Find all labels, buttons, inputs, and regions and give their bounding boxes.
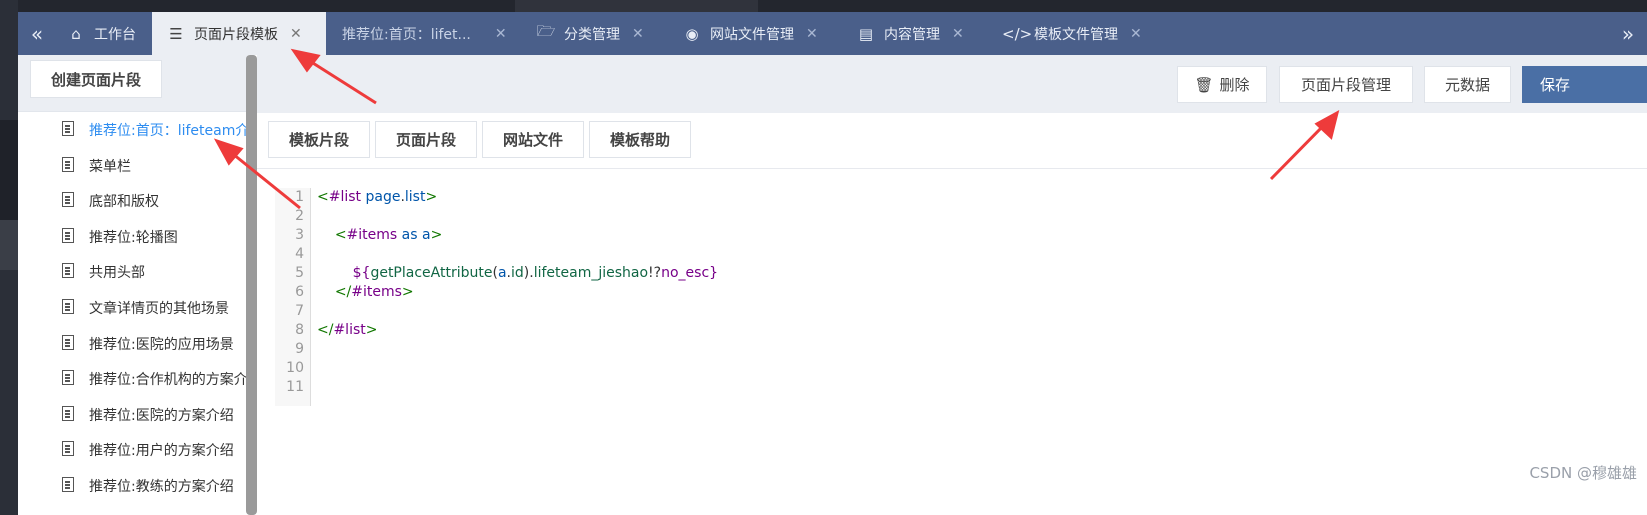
tab-template-help[interactable]: 模板帮助 — [589, 121, 691, 158]
tab-bar: « ⌂ 工作台 ☰ 页面片段模板 ✕ 推荐位:首页：lifet... ✕ 🗁 分… — [18, 12, 1647, 55]
tab-site-files[interactable]: 网站文件 — [482, 121, 584, 158]
document-icon — [62, 441, 74, 456]
globe-icon: ◉ — [685, 24, 699, 43]
list-item[interactable]: 菜单栏 — [18, 147, 248, 183]
document-icon — [62, 406, 74, 421]
document-icon — [62, 477, 74, 492]
list-item[interactable]: 文章详情页的其他场景 — [18, 289, 248, 325]
close-icon[interactable]: ✕ — [1130, 26, 1142, 42]
code-line: ${getPlaceAttribute(a.id).lifeteam_jiesh… — [352, 265, 719, 281]
list-item[interactable]: 推荐位:医院的应用场景 — [18, 325, 248, 361]
document-icon — [62, 121, 74, 136]
desktop-edge — [0, 0, 18, 515]
tab-content-manage[interactable]: ▤ 内容管理 ✕ — [856, 12, 964, 55]
fragment-sidebar: 创建页面片段 推荐位:首页：lifeteam介 菜单栏 底部和版权 推荐位:轮播… — [18, 55, 248, 515]
code-lines: <#list page.list> <#items as a> ${getPla… — [317, 188, 718, 397]
fragment-manage-button[interactable]: 页面片段管理 — [1279, 66, 1413, 103]
list-item[interactable]: 推荐位:用户的方案介绍 — [18, 431, 248, 467]
code-line: </#list> — [317, 322, 378, 338]
tab-template-fragment[interactable]: 模板片段 — [268, 121, 370, 158]
close-icon[interactable]: ✕ — [632, 26, 644, 42]
tab-site-file-manage[interactable]: ◉ 网站文件管理 ✕ — [682, 12, 818, 55]
tab-recommend-home[interactable]: 推荐位:首页：lifet... ✕ — [342, 12, 507, 55]
code-line: <#list page.list> — [317, 189, 438, 205]
document-icon — [62, 370, 74, 385]
sidebar-scrollbar[interactable] — [246, 55, 257, 515]
code-icon: </> — [1002, 24, 1033, 43]
document-icon — [62, 192, 74, 207]
metadata-button[interactable]: 元数据 — [1424, 66, 1511, 103]
double-chevron-right-icon[interactable]: » — [1609, 12, 1647, 55]
window-top-bar — [0, 0, 1647, 12]
document-icon — [62, 263, 74, 278]
close-icon[interactable]: ✕ — [952, 26, 964, 42]
create-fragment-button[interactable]: 创建页面片段 — [30, 60, 162, 98]
tab-page-fragment-template[interactable]: ☰ 页面片段模板 ✕ — [152, 12, 326, 55]
list-item[interactable]: 推荐位:医院的方案介绍 — [18, 396, 248, 432]
tab-workbench[interactable]: ⌂ 工作台 — [66, 12, 136, 55]
code-editor[interactable]: 1 2 3 4 5 6 7 8 9 10 11 <#list page.list… — [275, 188, 1647, 408]
action-toolbar: 🗑 删除 页面片段管理 元数据 保存 — [257, 55, 1647, 113]
folder-open-icon: 🗁 — [536, 22, 556, 40]
list-item[interactable]: 推荐位:轮播图 — [18, 218, 248, 254]
code-line: </#items> — [334, 284, 414, 300]
tab-category-manage[interactable]: 🗁 分类管理 ✕ — [536, 12, 644, 55]
list-item[interactable]: 底部和版权 — [18, 182, 248, 218]
tab-page-fragment[interactable]: 页面片段 — [375, 121, 477, 158]
close-icon[interactable]: ✕ — [495, 26, 507, 42]
save-button[interactable]: 保存 — [1522, 66, 1647, 103]
double-chevron-left-icon[interactable]: « — [18, 12, 56, 55]
list-icon: ☰ — [169, 24, 183, 43]
fragment-tabs: 模板片段 页面片段 网站文件 模板帮助 — [257, 113, 1647, 169]
document-icon — [62, 335, 74, 350]
delete-button[interactable]: 🗑 删除 — [1177, 66, 1267, 103]
list-item[interactable]: 共用头部 — [18, 253, 248, 289]
list-item[interactable]: 推荐位:教练的方案介绍 — [18, 467, 248, 503]
code-line: <#items as a> — [334, 227, 443, 243]
sidebar-header: 创建页面片段 — [18, 55, 248, 112]
trash-icon: 🗑 — [1194, 76, 1214, 94]
document-icon — [62, 299, 74, 314]
list-item[interactable]: 推荐位:合作机构的方案介 — [18, 360, 248, 396]
list-item[interactable]: 推荐位:首页：lifeteam介 — [18, 111, 248, 147]
document-icon — [62, 228, 74, 243]
line-number-gutter: 1 2 3 4 5 6 7 8 9 10 11 — [275, 188, 311, 406]
tab-template-file-manage[interactable]: </> 模板文件管理 ✕ — [1002, 12, 1142, 55]
document-icon — [62, 157, 74, 172]
close-icon[interactable]: ✕ — [290, 26, 302, 42]
book-icon: ▤ — [858, 24, 874, 43]
close-icon[interactable]: ✕ — [806, 26, 818, 42]
watermark: CSDN @穆雄雄 — [1529, 464, 1637, 482]
home-icon: ⌂ — [71, 24, 81, 43]
